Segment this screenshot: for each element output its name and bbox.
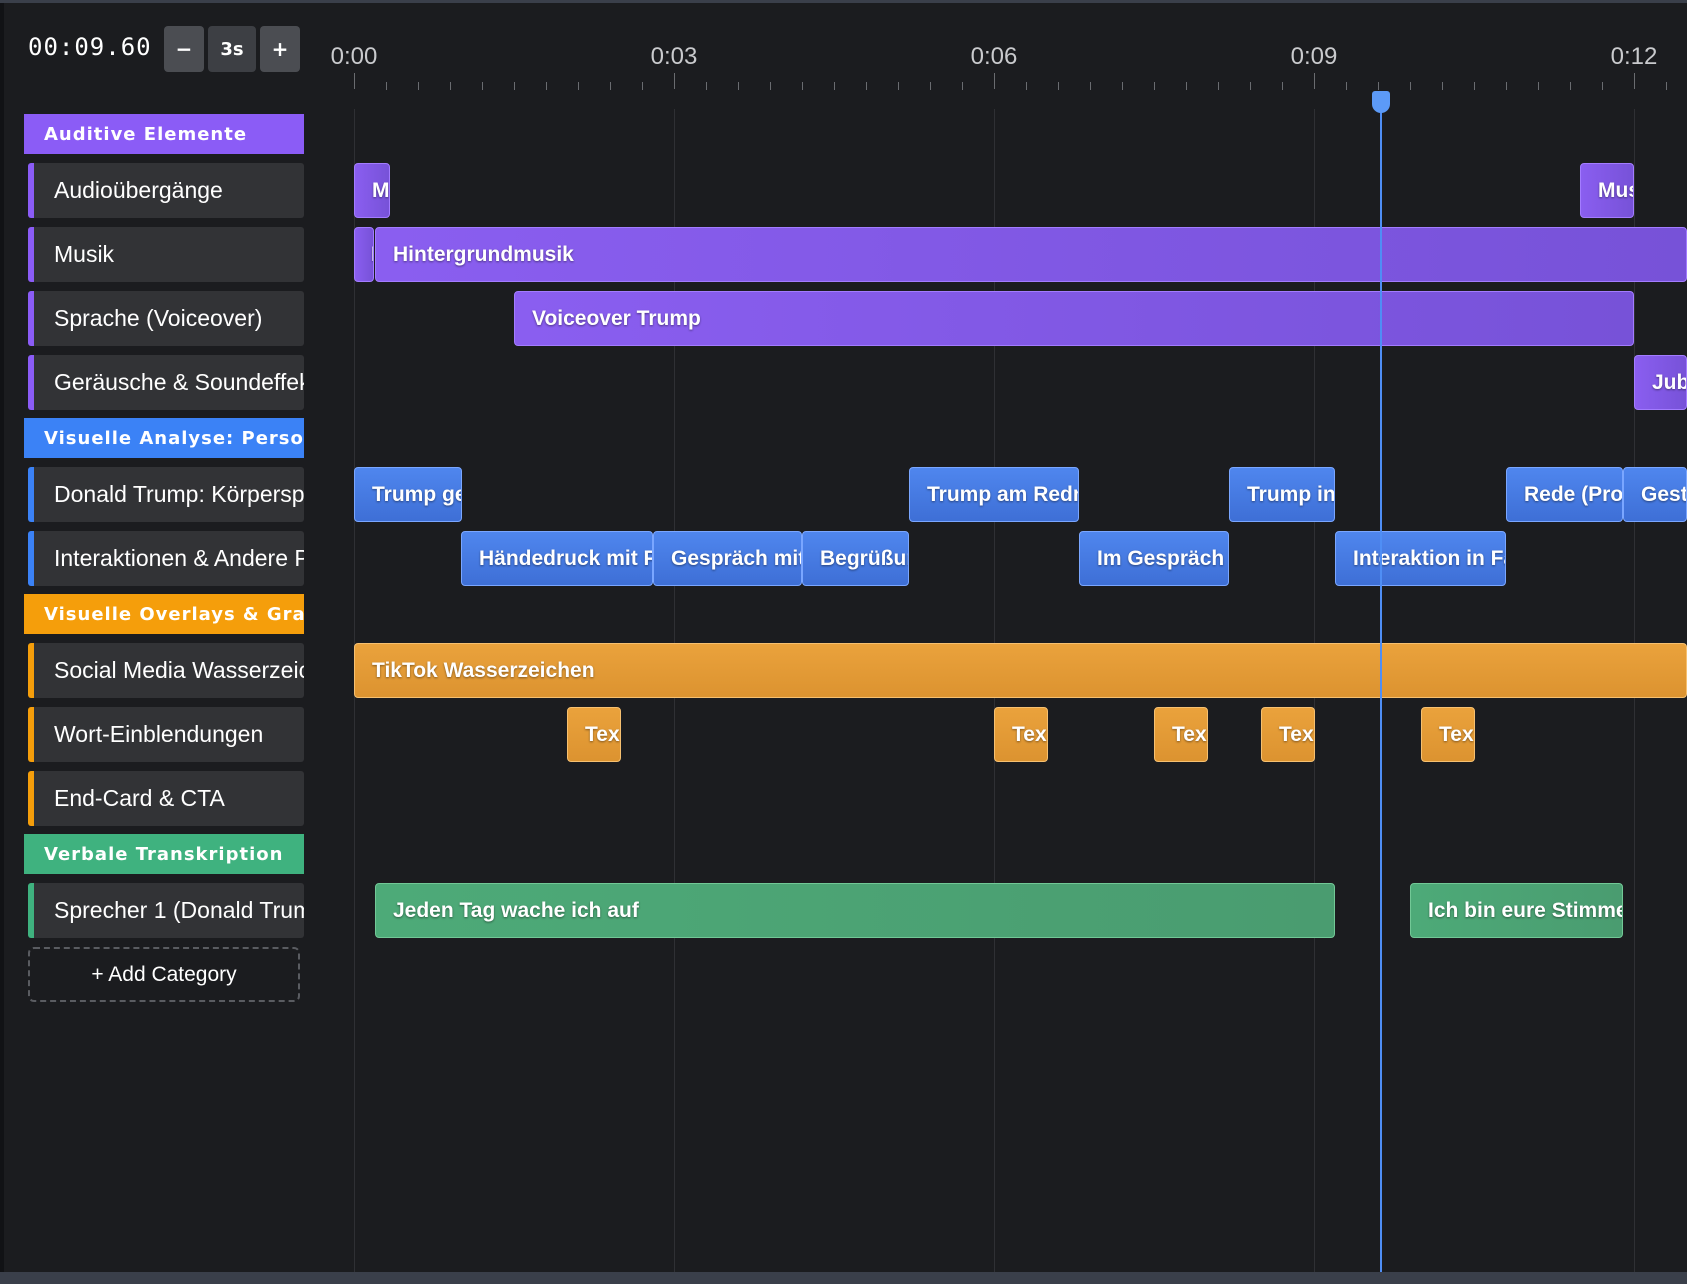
ruler-major-tick [1634,73,1635,89]
ruler-label: 0:12 [1610,43,1658,70]
ruler-label: 0:00 [330,43,378,70]
ruler-minor-tick [578,82,579,90]
ruler-minor-tick [1410,82,1411,90]
clip-interaction[interactable]: Gespräch mit [653,531,802,586]
clip-voiceover[interactable]: Voiceover Trump [514,291,1634,346]
playhead-handle[interactable] [1372,91,1390,113]
ruler-minor-tick [450,82,451,90]
clip-interaction[interactable]: Begrüßur [802,531,909,586]
track-label-koerpersprache[interactable]: Donald Trump: Körpersprache [28,467,304,522]
ruler-minor-tick [546,82,547,90]
clip-text-overlay[interactable]: Tex [1421,707,1475,762]
ruler-minor-tick [1506,82,1507,90]
clip-transcript[interactable]: Ich bin eure Stimme [1410,883,1623,938]
ruler-minor-tick [1186,82,1187,90]
add-category-button[interactable]: + Add Category [28,947,300,1002]
ruler-minor-tick [1538,82,1539,90]
ruler-minor-tick [1282,82,1283,90]
category-header-visuelle-analyse[interactable]: Visuelle Analyse: Personen [24,418,304,458]
clip-body-language[interactable]: Gest [1623,467,1687,522]
ruler-minor-tick [1570,82,1571,90]
ruler-minor-tick [1122,82,1123,90]
clip-text-overlay[interactable]: Tex [567,707,621,762]
ruler-label: 0:03 [650,43,698,70]
track-label-sprecher-1[interactable]: Sprecher 1 (Donald Trump) [28,883,304,938]
ruler-minor-tick [482,82,483,90]
ruler-minor-tick [1602,82,1603,90]
ruler-minor-tick [962,82,963,90]
track-label-geraeusche[interactable]: Geräusche & Soundeffekte [28,355,304,410]
category-header-transkription[interactable]: Verbale Transkription [24,834,304,874]
ruler-minor-tick [1026,82,1027,90]
ruler-minor-tick [898,82,899,90]
track-label-musik[interactable]: Musik [28,227,304,282]
clip-body-language[interactable]: Trump in [1229,467,1335,522]
ruler-minor-tick [802,82,803,90]
ruler-minor-tick [1474,82,1475,90]
ruler-minor-tick [642,82,643,90]
ruler-label: 0:06 [970,43,1018,70]
ruler-label: 0:09 [1290,43,1338,70]
track-label-wasserzeichen[interactable]: Social Media Wasserzeichen [28,643,304,698]
horizontal-scrollbar[interactable] [0,1272,1687,1284]
clip-interaction[interactable]: Händedruck mit P [461,531,653,586]
clip-sound-effect[interactable]: Jub [1634,355,1687,410]
clip-text-overlay[interactable]: Tex [1261,707,1315,762]
ruler-major-tick [1314,73,1315,89]
ruler-minor-tick [866,82,867,90]
category-header-overlays[interactable]: Visuelle Overlays & Grafiken [24,594,304,634]
ruler-minor-tick [738,82,739,90]
clip-music[interactable]: Hintergrundmusik [375,227,1687,282]
clip-text-overlay[interactable]: Tex [1154,707,1208,762]
clip-body-language[interactable]: Trump am Redn [909,467,1079,522]
zoom-in-button[interactable]: + [260,26,300,72]
clip-watermark[interactable]: TikTok Wasserzeichen [354,643,1687,698]
ruler-minor-tick [386,82,387,90]
ruler-minor-tick [1154,82,1155,90]
clip-body-language[interactable]: Rede (Prot [1506,467,1623,522]
ruler-major-tick [354,73,355,89]
ruler-minor-tick [1250,82,1251,90]
clip-interaction[interactable]: Interaktion in Fa [1335,531,1506,586]
ruler-minor-tick [610,82,611,90]
window-edge [0,3,4,1284]
clip-audio-transition[interactable]: Mus [1580,163,1634,218]
ruler-minor-tick [1090,82,1091,90]
ruler-minor-tick [1058,82,1059,90]
ruler-minor-tick [418,82,419,90]
ruler-major-tick [674,73,675,89]
track-label-voiceover[interactable]: Sprache (Voiceover) [28,291,304,346]
ruler-minor-tick [930,82,931,90]
ruler-minor-tick [1346,82,1347,90]
ruler-minor-tick [1442,82,1443,90]
ruler-minor-tick [1378,82,1379,90]
clip-transcript[interactable]: Jeden Tag wache ich auf [375,883,1335,938]
playhead-line [1380,99,1382,1275]
clip-music[interactable]: I [354,227,374,282]
category-header-auditive[interactable]: Auditive Elemente [24,114,304,154]
clip-text-overlay[interactable]: Tex [994,707,1048,762]
ruler-minor-tick [834,82,835,90]
zoom-out-button[interactable]: − [164,26,204,72]
ruler-minor-tick [514,82,515,90]
ruler-minor-tick [706,82,707,90]
clip-audio-transition[interactable]: M [354,163,390,218]
ruler-minor-tick [1218,82,1219,90]
clip-interaction[interactable]: Im Gespräch r [1079,531,1229,586]
zoom-level-label: 3s [208,26,256,72]
timeline-editor: 00:09.60 − 3s + 0:00 0:03 0:06 0:09 0:12… [0,0,1687,1284]
track-label-audiouebergaenge[interactable]: Audioübergänge [28,163,304,218]
track-label-interaktionen[interactable]: Interaktionen & Andere Personen [28,531,304,586]
current-timecode: 00:09.60 [28,33,152,61]
track-label-wort-einblendungen[interactable]: Wort-Einblendungen [28,707,304,762]
ruler-minor-tick [1666,82,1667,90]
ruler-minor-tick [770,82,771,90]
track-label-end-card[interactable]: End-Card & CTA [28,771,304,826]
ruler-major-tick [994,73,995,89]
clip-body-language[interactable]: Trump ge [354,467,462,522]
